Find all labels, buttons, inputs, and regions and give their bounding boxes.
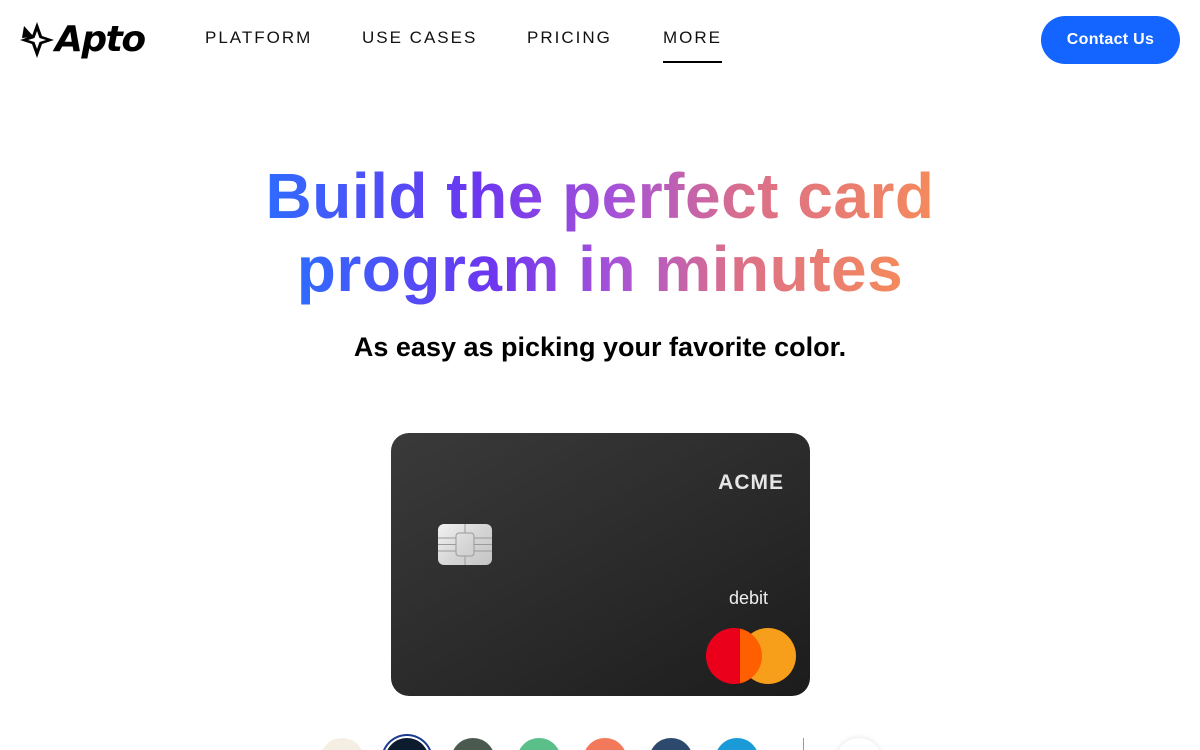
swatch-divider: [803, 738, 804, 750]
nav-more[interactable]: MORE: [663, 26, 722, 63]
nav-platform[interactable]: PLATFORM: [205, 26, 312, 61]
headline-line-2: program in minutes: [296, 233, 904, 305]
mastercard-icon: [706, 628, 796, 684]
hero-headline: Build the perfect card program in minute…: [0, 160, 1200, 306]
color-swatch[interactable]: [517, 738, 561, 750]
color-swatch[interactable]: [320, 738, 364, 750]
contact-us-button[interactable]: Contact Us: [1041, 16, 1180, 64]
emv-chip-icon: [438, 524, 492, 565]
nav-pricing[interactable]: PRICING: [527, 26, 612, 61]
color-swatch[interactable]: [715, 738, 759, 750]
color-swatch-picker: [0, 736, 1200, 750]
main-nav: PLATFORM USE CASES PRICING MORE: [0, 26, 1200, 66]
color-swatch[interactable]: [583, 738, 627, 750]
card-type-label: debit: [728, 588, 768, 608]
nav-use-cases[interactable]: USE CASES: [362, 26, 477, 61]
card-brand-logo: ACME: [718, 471, 784, 494]
color-swatch[interactable]: [385, 738, 429, 750]
color-swatch[interactable]: [649, 738, 693, 750]
custom-color-button[interactable]: [836, 738, 882, 750]
color-swatch[interactable]: [451, 738, 495, 750]
hero-subheading: As easy as picking your favorite color.: [353, 332, 847, 362]
headline-line-1: Build the perfect card: [265, 160, 935, 232]
card-preview: ACME debit: [391, 433, 810, 696]
